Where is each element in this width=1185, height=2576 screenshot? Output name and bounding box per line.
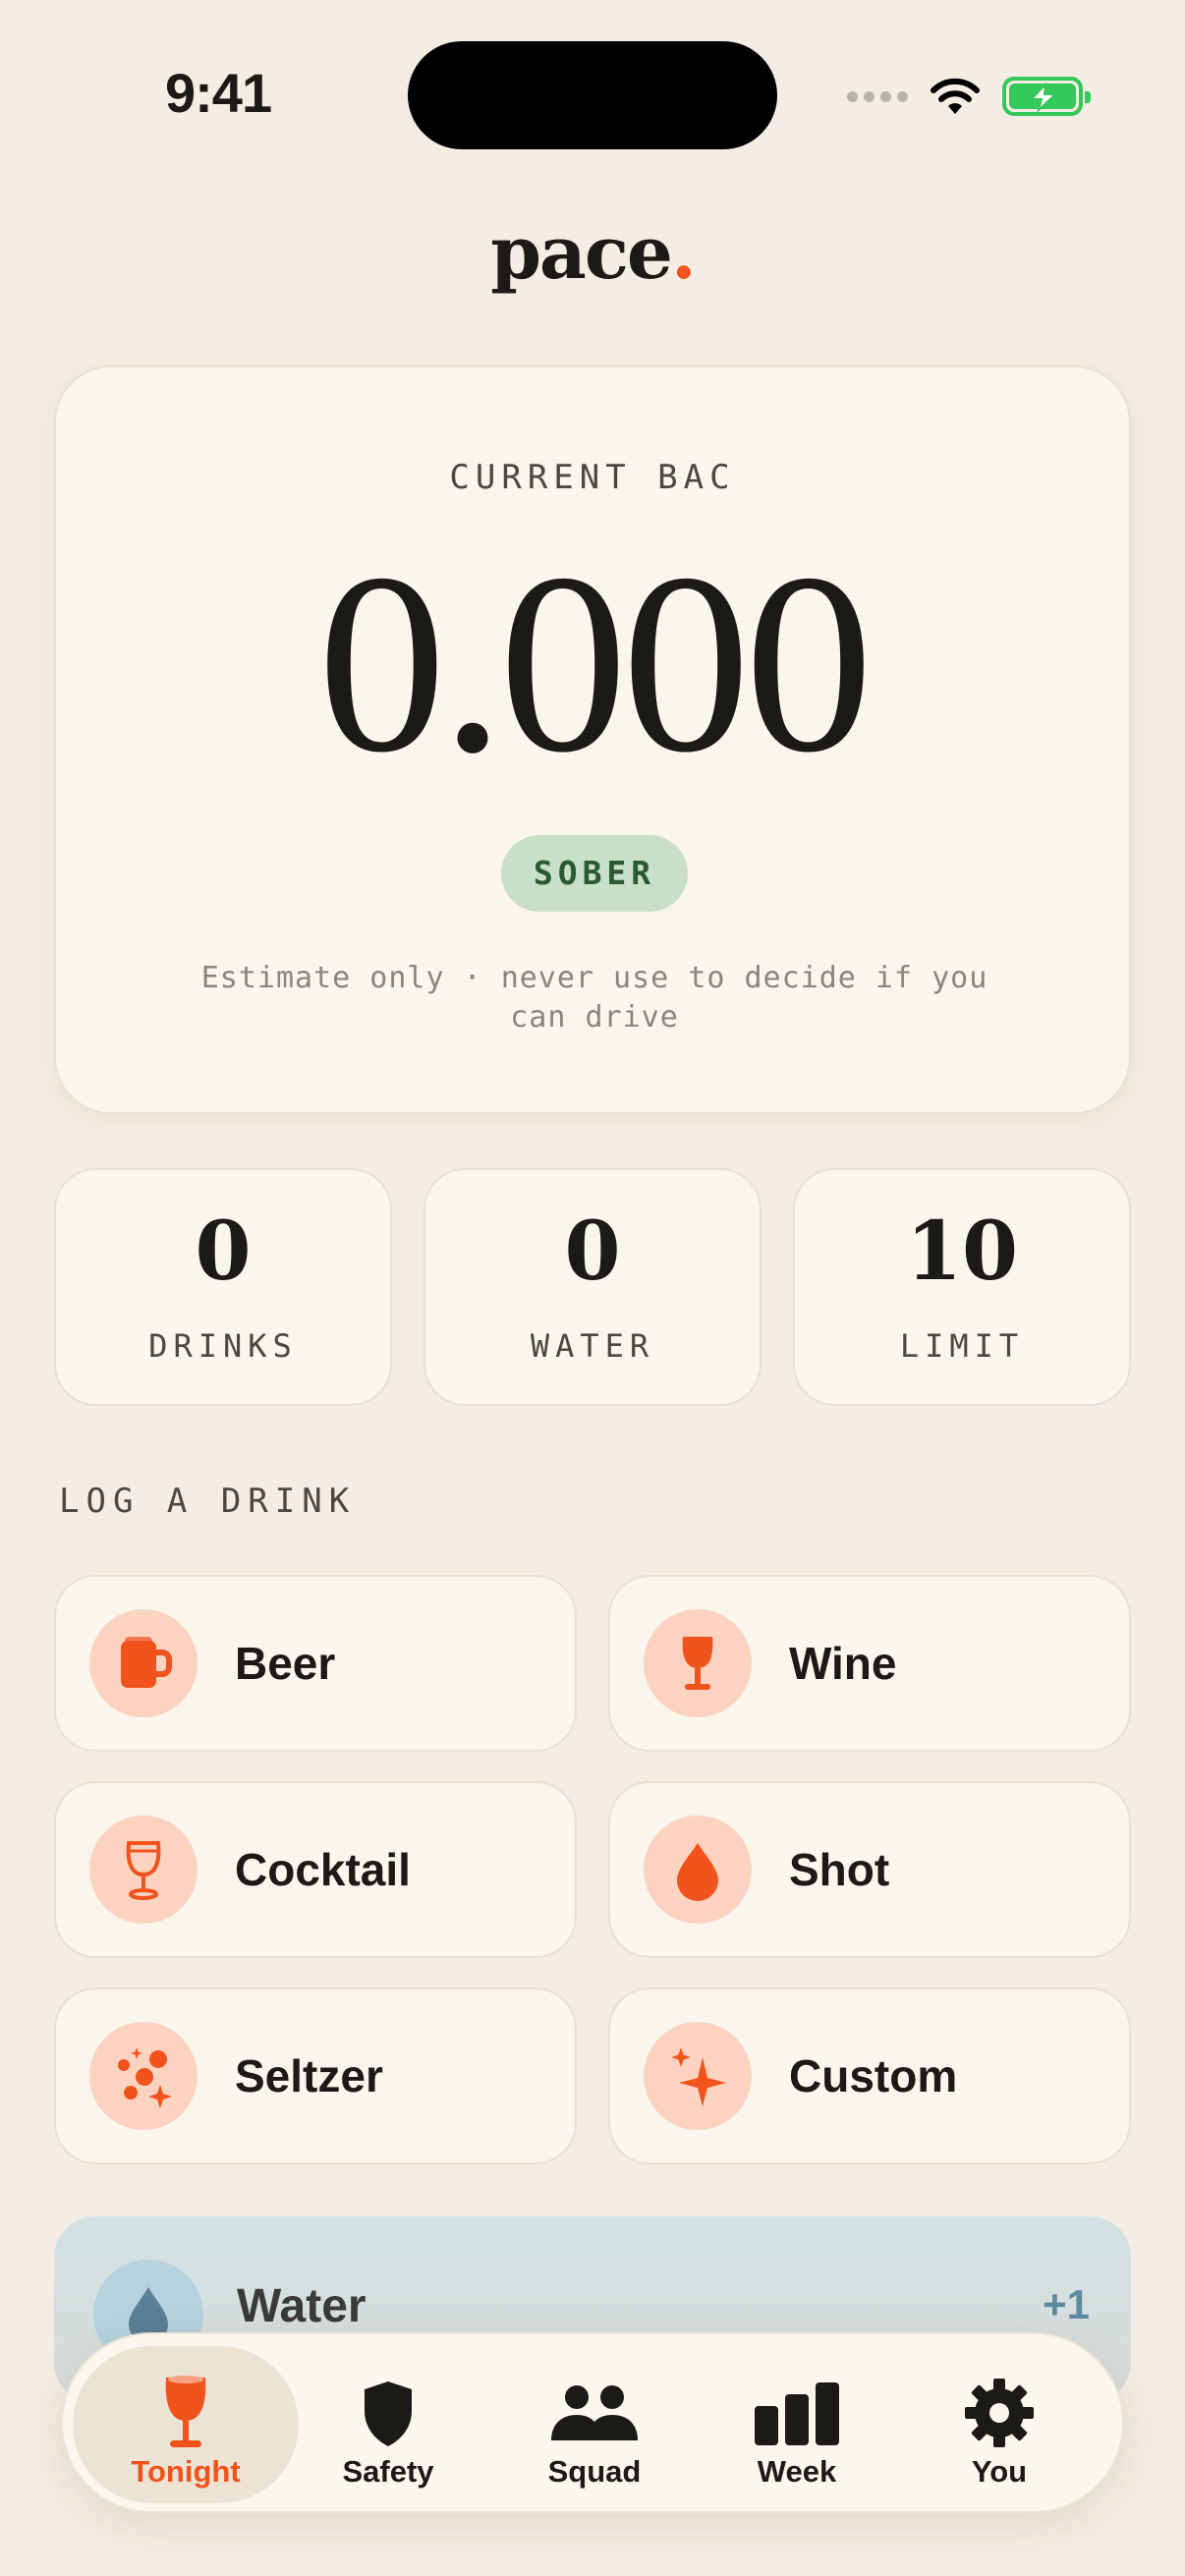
- status-time: 9:41: [165, 62, 272, 124]
- tab-label: Squad: [547, 2454, 642, 2489]
- tab-label: Safety: [342, 2454, 434, 2489]
- drink-label: Custom: [789, 2050, 958, 2101]
- drink-label: Shot: [789, 1844, 890, 1895]
- stat-value: 0: [564, 1204, 621, 1299]
- bac-value: 0.000: [317, 521, 874, 806]
- log-seltzer-button[interactable]: Seltzer: [54, 1988, 577, 2164]
- people-icon: [481, 2372, 707, 2454]
- water-increment: +1: [1043, 2281, 1090, 2327]
- tab-label: You: [971, 2454, 1028, 2489]
- tab-week[interactable]: Week: [684, 2346, 910, 2503]
- log-custom-button[interactable]: Custom: [608, 1988, 1131, 2164]
- cellular-signal-icon: [847, 90, 908, 102]
- stat-label: WATER: [530, 1327, 655, 1365]
- stat-drinks: 0 DRINKS: [54, 1168, 392, 1406]
- disclaimer-text: Estimate only · never use to decide if y…: [200, 961, 988, 1035]
- stat-limit: 10 LIMIT: [793, 1168, 1131, 1406]
- tab-squad[interactable]: Squad: [481, 2346, 707, 2503]
- tab-label: Tonight: [131, 2454, 241, 2489]
- stat-value: 0: [195, 1204, 252, 1299]
- drink-label: Wine: [789, 1638, 897, 1689]
- status-indicators: [847, 69, 1091, 124]
- stat-value: 10: [905, 1204, 1019, 1299]
- sparkle-icon: [644, 2022, 752, 2130]
- app-logo: pace.: [490, 211, 697, 296]
- drink-label: Cocktail: [235, 1844, 411, 1895]
- stat-water: 0 WATER: [423, 1168, 762, 1406]
- shield-icon: [275, 2372, 501, 2454]
- log-beer-button[interactable]: Beer: [54, 1575, 577, 1752]
- gear-icon: [886, 2372, 1112, 2454]
- mug-icon: [89, 1609, 198, 1717]
- log-shot-button[interactable]: Shot: [608, 1781, 1131, 1958]
- tab-label: Week: [757, 2454, 837, 2489]
- drink-label: Seltzer: [235, 2050, 383, 2101]
- section-title-log-drink: LOG A DRINK: [59, 1482, 357, 1521]
- tab-you[interactable]: You: [886, 2346, 1112, 2503]
- stat-label: LIMIT: [899, 1327, 1025, 1365]
- battery-charging-icon: [1002, 77, 1091, 116]
- log-cocktail-button[interactable]: Cocktail: [54, 1781, 577, 1958]
- water-label: Water: [237, 2280, 367, 2332]
- status-badge: SOBER: [501, 835, 688, 912]
- tab-tonight[interactable]: Tonight: [73, 2346, 299, 2503]
- wine-glass-icon: [644, 1609, 752, 1717]
- bubbles-icon: [89, 2022, 198, 2130]
- tab-safety[interactable]: Safety: [275, 2346, 501, 2503]
- drop-icon: [644, 1816, 752, 1924]
- tab-bar: Tonight Safety Squad Week You: [61, 2332, 1124, 2513]
- stat-label: DRINKS: [148, 1327, 298, 1365]
- bac-card: CURRENT BAC 0.000 SOBER Estimate only · …: [54, 365, 1131, 1114]
- wifi-icon: [931, 78, 980, 114]
- bar-chart-icon: [684, 2372, 910, 2454]
- log-wine-button[interactable]: Wine: [608, 1575, 1131, 1752]
- cocktail-glass-icon: [89, 1816, 198, 1924]
- drink-label: Beer: [235, 1638, 336, 1689]
- glass-icon: [73, 2372, 299, 2454]
- dynamic-island: [408, 41, 777, 149]
- bac-label: CURRENT BAC: [449, 458, 736, 497]
